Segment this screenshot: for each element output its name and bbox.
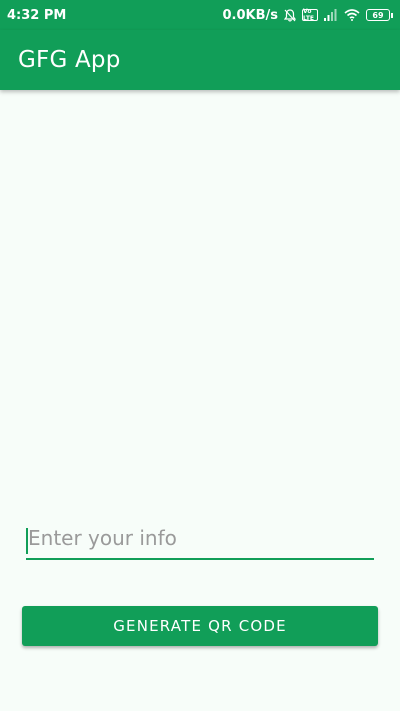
- status-time: 4:32 PM: [7, 7, 67, 23]
- mute-bell-icon: [284, 8, 296, 22]
- battery-icon: 69: [366, 9, 393, 21]
- info-input-container: [26, 522, 374, 560]
- app-title: GFG App: [18, 47, 121, 73]
- network-speed: 0.0KB/s: [222, 7, 279, 23]
- battery-level: 69: [372, 10, 384, 20]
- text-cursor: [26, 528, 28, 554]
- app-bar: GFG App: [0, 30, 400, 90]
- wifi-icon: [344, 9, 360, 21]
- generate-qr-code-button[interactable]: GENERATE QR CODE: [22, 606, 378, 646]
- volte-icon: Vo LTE: [302, 8, 318, 22]
- generate-qr-code-label: GENERATE QR CODE: [113, 617, 287, 635]
- status-icons: 0.0KB/s Vo LTE 69: [222, 7, 393, 23]
- signal-icon: [324, 9, 338, 21]
- info-input[interactable]: [26, 522, 374, 560]
- status-bar: 4:32 PM 0.0KB/s Vo LTE 69: [0, 0, 400, 30]
